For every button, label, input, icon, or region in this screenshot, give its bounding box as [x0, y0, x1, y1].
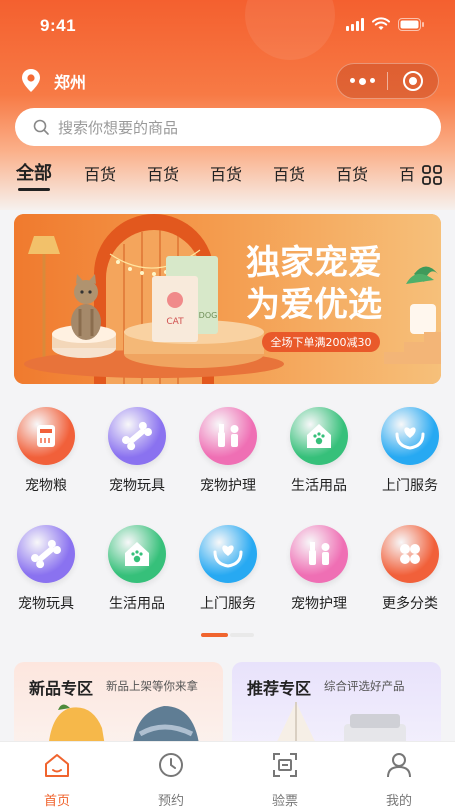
care-hands-icon — [199, 525, 257, 583]
new-products-card[interactable]: 新品专区 新品上架等你来拿 — [14, 662, 223, 752]
tab-booking[interactable]: 预约 — [131, 750, 211, 809]
battery-icon — [398, 17, 424, 31]
category-tab-all[interactable]: 全部 — [16, 159, 52, 191]
service-item[interactable]: 宠物玩具 — [2, 525, 90, 613]
tab-verify-ticket[interactable]: 验票 — [245, 750, 325, 809]
service-item[interactable]: 宠物护理 — [184, 407, 272, 495]
more-categories-icon — [381, 525, 439, 583]
grooming-icon — [290, 525, 348, 583]
care-hands-icon — [381, 407, 439, 465]
tab-label: 我的 — [385, 793, 412, 808]
clock-icon — [159, 753, 183, 777]
banner-headline-1: 独家宠爱 — [246, 243, 382, 283]
pet-house-icon — [290, 407, 348, 465]
service-label: 生活用品 — [109, 595, 165, 611]
banner-illustration: CAT DOG 独家宠爱 为爱优选 全场下单满200减30 — [14, 214, 441, 384]
status-time: 9:41 — [40, 16, 77, 35]
service-item[interactable]: 生活用品 — [93, 525, 181, 613]
service-item[interactable]: 宠物粮 — [2, 407, 90, 495]
promo-banner[interactable]: CAT DOG 独家宠爱 为爱优选 全场下单满200减30 — [14, 214, 441, 384]
category-tabs: 全部 百货 百货 百货 百货 百货 百 — [0, 158, 455, 191]
service-item[interactable]: 上门服务 — [184, 525, 272, 613]
tab-label: 预约 — [157, 793, 184, 808]
category-tab[interactable]: 百货 — [210, 161, 242, 185]
service-label: 宠物护理 — [291, 595, 347, 611]
service-item[interactable]: 上门服务 — [366, 407, 454, 495]
service-label: 生活用品 — [291, 477, 347, 493]
search-bar[interactable]: 搜索你想要的商品 — [15, 108, 441, 146]
category-tab[interactable]: 百货 — [273, 161, 305, 185]
service-label: 宠物玩具 — [18, 595, 74, 611]
service-item[interactable]: 更多分类 — [366, 525, 454, 613]
bone-toy-icon — [108, 407, 166, 465]
category-grid-icon[interactable] — [421, 164, 443, 186]
service-item[interactable]: 生活用品 — [275, 407, 363, 495]
category-tab[interactable]: 百货 — [147, 161, 179, 185]
recommended-card[interactable]: 推荐专区 综合评选好产品 — [232, 662, 441, 752]
bone-toy-icon — [17, 525, 75, 583]
status-icons — [346, 17, 425, 31]
service-item[interactable]: 宠物玩具 — [93, 407, 181, 495]
box-label-cat: CAT — [166, 317, 184, 327]
service-label: 上门服务 — [200, 595, 256, 611]
profile-icon — [387, 753, 411, 778]
search-icon — [33, 119, 49, 135]
home-icon — [45, 754, 69, 777]
service-label: 宠物护理 — [200, 477, 256, 493]
grooming-icon — [199, 407, 257, 465]
service-label: 更多分类 — [382, 595, 438, 611]
box-label-dog: DOG — [199, 311, 218, 320]
tab-label: 首页 — [43, 793, 70, 808]
service-label: 宠物粮 — [25, 477, 67, 493]
pet-tent-illustration — [272, 702, 406, 752]
city-name: 郑州 — [54, 75, 87, 92]
service-label: 上门服务 — [382, 477, 438, 493]
scan-ticket-icon — [273, 753, 297, 777]
location-selector[interactable]: 郑州 — [20, 68, 86, 94]
category-tab[interactable]: 百货 — [336, 161, 368, 185]
pet-bed-illustration — [48, 704, 200, 752]
category-tab[interactable]: 百货 — [84, 161, 116, 185]
target-icon — [403, 71, 423, 91]
wifi-icon — [372, 17, 390, 30]
more-menu-button[interactable] — [337, 77, 387, 85]
location-pin-icon — [22, 69, 40, 92]
tab-home[interactable]: 首页 — [17, 750, 97, 809]
search-placeholder: 搜索你想要的商品 — [58, 119, 179, 137]
tab-label: 验票 — [271, 793, 298, 808]
indicator-active — [201, 633, 228, 637]
page-indicator — [201, 633, 254, 637]
bottom-tab-bar: 首页 预约 验票 我的 — [0, 741, 455, 812]
miniprogram-capsule — [336, 63, 439, 99]
service-item[interactable]: 宠物护理 — [275, 525, 363, 613]
banner-headline-2: 为爱优选 — [246, 285, 382, 325]
tab-profile[interactable]: 我的 — [359, 750, 439, 809]
pet-house-icon — [108, 525, 166, 583]
banner-promo: 全场下单满200减30 — [271, 335, 372, 349]
signal-icon — [346, 17, 364, 31]
pet-food-icon — [17, 407, 75, 465]
category-tab[interactable]: 百 — [399, 161, 415, 185]
service-label: 宠物玩具 — [109, 477, 165, 493]
close-miniprogram-button[interactable] — [388, 70, 438, 92]
status-bar: 9:41 — [0, 0, 455, 52]
indicator-inactive — [230, 633, 254, 637]
